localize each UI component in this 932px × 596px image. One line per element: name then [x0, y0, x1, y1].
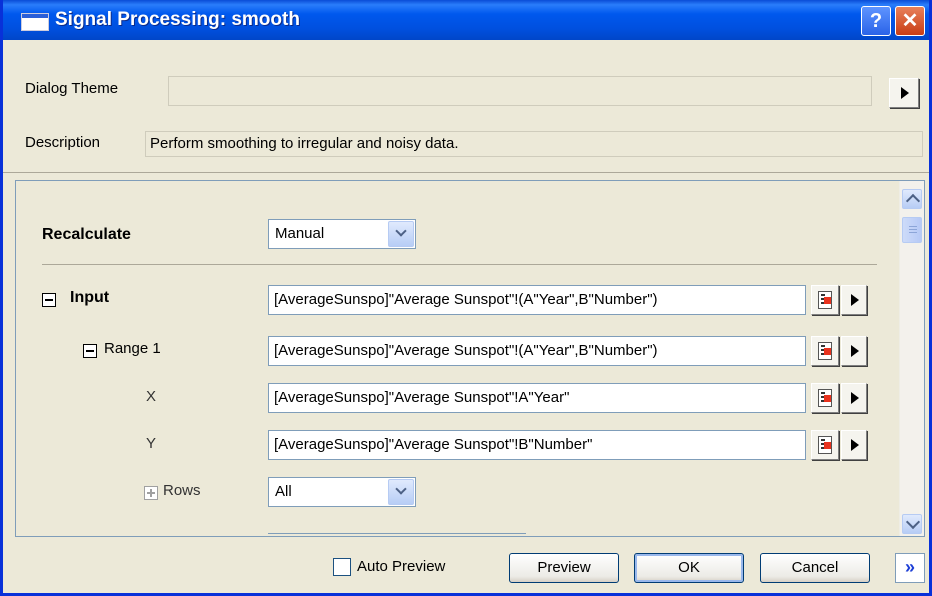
description-field: Perform smoothing to irregular and noisy… — [145, 131, 923, 157]
scroll-up-button[interactable] — [902, 189, 922, 209]
y-select-button[interactable] — [811, 430, 839, 460]
dialog-window: Signal Processing: smooth ? ✕ Dialog The… — [0, 0, 932, 596]
preview-button[interactable]: Preview — [509, 553, 619, 583]
input-collapse-toggle[interactable] — [42, 293, 56, 307]
worksheet-select-icon — [818, 342, 832, 360]
dialog-theme-field[interactable] — [168, 76, 872, 106]
input-label: Input — [70, 289, 110, 306]
auto-preview-checkbox[interactable] — [333, 558, 351, 576]
y-menu-button[interactable] — [841, 430, 867, 460]
section-divider — [42, 264, 877, 265]
y-column-field[interactable]: [AverageSunspo]"Average Sunspot"!B"Numbe… — [268, 430, 806, 460]
divider — [3, 172, 929, 173]
window-icon — [21, 13, 49, 31]
range1-label: Range 1 — [104, 340, 161, 357]
chevron-down-icon[interactable] — [388, 221, 414, 247]
range1-select-button[interactable] — [811, 336, 839, 366]
dialog-theme-menu-button[interactable] — [889, 78, 919, 108]
chevron-down-icon[interactable] — [388, 479, 414, 505]
cancel-button[interactable]: Cancel — [760, 553, 870, 583]
x-select-button[interactable] — [811, 383, 839, 413]
window-title: Signal Processing: smooth — [55, 9, 300, 30]
recalculate-label: Recalculate — [42, 226, 131, 243]
rows-value: All — [275, 483, 292, 500]
auto-preview-label: Auto Preview — [357, 558, 446, 575]
y-label: Y — [146, 435, 157, 452]
x-label: X — [146, 388, 157, 405]
rows-label: Rows — [163, 482, 201, 499]
scroll-thumb[interactable] — [902, 217, 922, 243]
recalculate-select[interactable]: Manual — [268, 219, 416, 249]
x-menu-button[interactable] — [841, 383, 867, 413]
close-button[interactable]: ✕ — [895, 6, 925, 36]
recalculate-value: Manual — [275, 225, 325, 242]
help-button[interactable]: ? — [861, 6, 891, 36]
expand-dialog-button[interactable]: » — [895, 553, 925, 583]
chevron-up-icon — [905, 193, 921, 209]
description-label: Description — [25, 134, 101, 151]
input-menu-button[interactable] — [841, 285, 867, 315]
input-range-field[interactable]: [AverageSunspo]"Average Sunspot"!(A"Year… — [268, 285, 806, 315]
range1-collapse-toggle[interactable] — [83, 344, 97, 358]
ok-button[interactable]: OK — [634, 553, 744, 583]
vertical-scrollbar[interactable] — [899, 181, 924, 536]
input-select-button[interactable] — [811, 285, 839, 315]
rows-select[interactable]: All — [268, 477, 416, 507]
dialog-theme-label: Dialog Theme — [25, 80, 119, 97]
chevron-down-icon — [905, 514, 921, 530]
settings-panel: Recalculate Manual Input [AverageSunspo]… — [15, 180, 925, 537]
worksheet-select-icon — [818, 389, 832, 407]
x-column-field[interactable]: [AverageSunspo]"Average Sunspot"!A"Year" — [268, 383, 806, 413]
next-row-edge — [268, 533, 526, 534]
title-bar[interactable]: Signal Processing: smooth ? ✕ — [3, 0, 929, 40]
rows-expand-toggle[interactable] — [144, 486, 158, 500]
worksheet-select-icon — [818, 291, 832, 309]
scroll-down-button[interactable] — [902, 514, 922, 534]
range1-menu-button[interactable] — [841, 336, 867, 366]
worksheet-select-icon — [818, 436, 832, 454]
grip-icon — [909, 226, 917, 235]
range1-field[interactable]: [AverageSunspo]"Average Sunspot"!(A"Year… — [268, 336, 806, 366]
